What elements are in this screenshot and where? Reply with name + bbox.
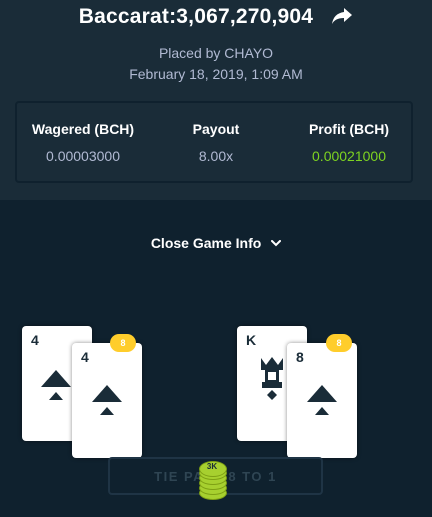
bet-title: Baccarat:3,067,270,904 <box>0 5 432 29</box>
profit-value: 0.00021000 <box>312 148 386 164</box>
profit-label: Profit (BCH) <box>308 121 390 137</box>
bet-chip-stack: 3K <box>199 460 229 502</box>
chip-value: 3K <box>206 462 218 471</box>
stats-box: Wagered (BCH) 0.00003000 Payout 8.00x Pr… <box>15 101 413 183</box>
spade-icon <box>90 383 124 422</box>
king-icon <box>257 354 287 405</box>
stat-payout: Payout 8.00x <box>146 121 286 164</box>
stat-wagered: Wagered (BCH) 0.00003000 <box>13 121 153 164</box>
close-game-info-label: Close Game Info <box>150 235 262 251</box>
banker-score-badge: 8 <box>326 334 352 352</box>
bet-info-panel: Baccarat:3,067,270,904 Placed by CHAYO F… <box>0 0 432 200</box>
placed-by: Placed by CHAYO <box>158 45 274 61</box>
banker-card-2: 8 <box>287 343 357 458</box>
payout-label: Payout <box>192 121 240 137</box>
wagered-value: 0.00003000 <box>46 148 120 164</box>
bet-title-text: Baccarat:3,067,270,904 <box>78 5 314 28</box>
card-rank: 4 <box>81 349 89 365</box>
card-rank: K <box>246 332 257 348</box>
card-rank: 8 <box>296 349 304 365</box>
player-card-2: 4 <box>72 343 142 458</box>
stat-profit: Profit (BCH) 0.00021000 <box>279 121 419 164</box>
close-game-info-toggle[interactable]: Close Game Info <box>0 234 432 251</box>
player-score-badge: 8 <box>110 334 136 352</box>
wagered-label: Wagered (BCH) <box>31 121 135 137</box>
share-icon[interactable] <box>331 7 353 25</box>
card-rank: 4 <box>31 332 39 348</box>
bet-date: February 18, 2019, 1:09 AM <box>129 66 303 82</box>
spade-icon <box>39 368 73 407</box>
spade-icon <box>305 383 339 422</box>
payout-value: 8.00x <box>198 148 234 164</box>
chevron-down-icon <box>271 234 282 250</box>
